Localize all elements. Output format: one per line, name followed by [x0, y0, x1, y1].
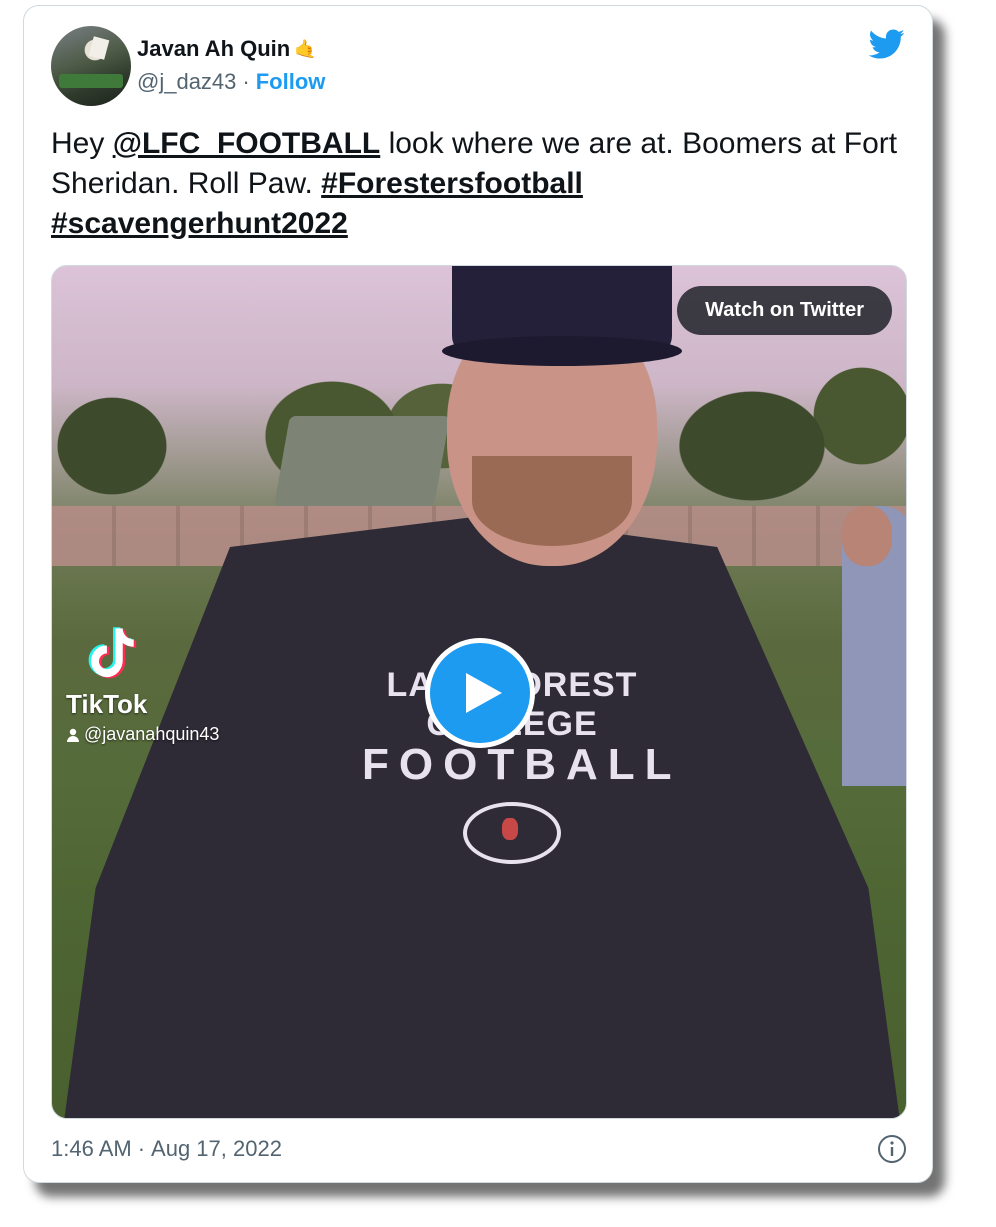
background-person-head — [842, 506, 892, 566]
tiktok-watermark: TikTok @javanahquin43 — [66, 626, 219, 745]
background-cannon — [274, 416, 450, 506]
tweet-text-part: Hey — [51, 127, 113, 160]
mention-link[interactable]: @LFC_FOOTBALL — [113, 127, 381, 160]
tiktok-username: @javanahquin43 — [84, 724, 220, 744]
tweet-date: Aug 17, 2022 — [151, 1136, 282, 1161]
shirt-line-2: FOOTBALL — [362, 740, 682, 789]
user-icon — [67, 728, 79, 742]
tiktok-icon — [88, 627, 137, 679]
call-me-hand-icon: 🤙 — [294, 38, 317, 59]
person-cap-brim — [442, 336, 682, 366]
football-logo-icon — [463, 802, 561, 864]
handle-separator: · — [242, 69, 250, 94]
play-button[interactable] — [425, 638, 535, 748]
tweet-time: 1:46 AM — [51, 1136, 132, 1161]
avatar-flag — [88, 36, 110, 60]
author-handle-row: @j_daz43 · Follow — [137, 69, 325, 95]
hashtag-link[interactable]: #scavengerhunt2022 — [51, 207, 348, 240]
avatar-field — [59, 74, 123, 88]
author-handle[interactable]: @j_daz43 — [137, 69, 236, 95]
avatar[interactable] — [51, 26, 131, 106]
hashtag-link[interactable]: #Forestersfootball — [321, 167, 583, 200]
video-player[interactable]: LAKE FOREST COLLEGE FOOTBALL TikTok @jav… — [51, 265, 907, 1119]
timestamp-separator: · — [137, 1136, 146, 1161]
play-icon — [466, 673, 502, 713]
info-icon[interactable] — [877, 1134, 907, 1164]
tweet-timestamp[interactable]: 1:46 AM · Aug 17, 2022 — [51, 1136, 282, 1162]
tweet-text: Hey @LFC_FOOTBALL look where we are at. … — [51, 124, 901, 244]
author-display-name[interactable]: Javan Ah Quin — [137, 36, 290, 62]
follow-button[interactable]: Follow — [256, 69, 326, 95]
person-beard — [472, 456, 632, 546]
tiktok-user: @javanahquin43 — [66, 724, 219, 745]
twitter-bird-icon[interactable] — [867, 26, 907, 62]
tiktok-label: TikTok — [66, 689, 148, 719]
watch-on-twitter-button[interactable]: Watch on Twitter — [677, 286, 892, 335]
tweet-card: Javan Ah Quin 🤙 @j_daz43 · Follow Hey @L… — [23, 5, 933, 1183]
author-name-row: Javan Ah Quin 🤙 — [137, 36, 317, 62]
